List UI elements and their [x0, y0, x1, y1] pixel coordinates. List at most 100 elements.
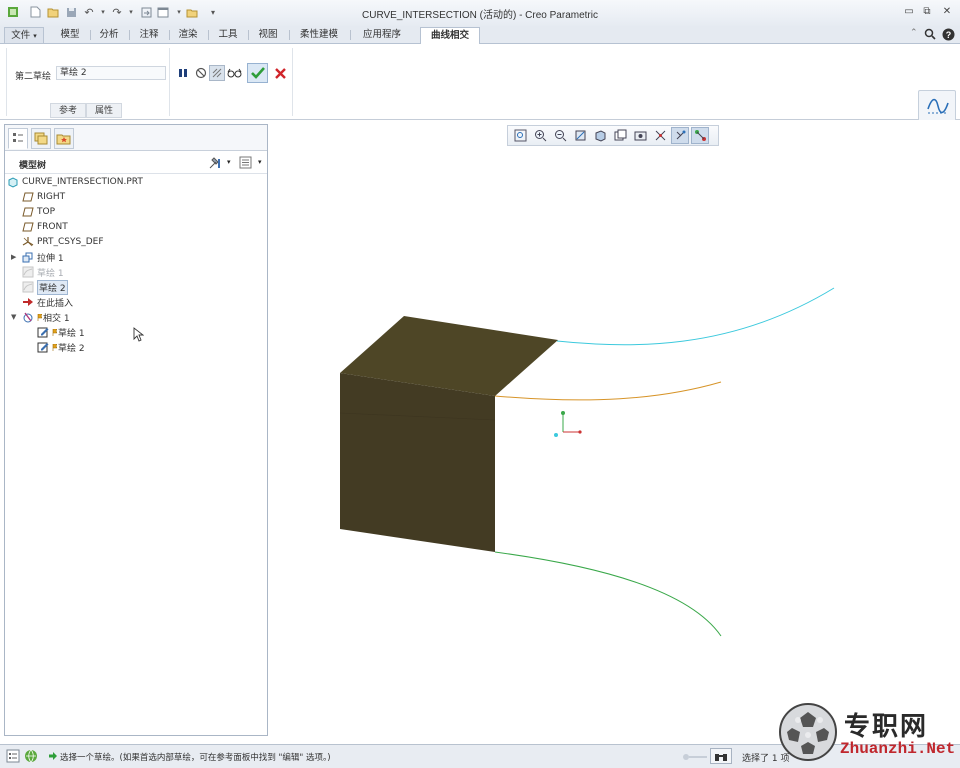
tab-folder-browser[interactable]: [31, 128, 51, 149]
expand-icon[interactable]: ▶: [11, 253, 16, 261]
tab-model-tree[interactable]: [8, 128, 28, 149]
tree-item-label: PRT_CSYS_DEF: [37, 237, 104, 247]
tree-item-top[interactable]: TOP: [22, 205, 55, 219]
tree-settings-icon[interactable]: [208, 156, 224, 173]
watermark: 专职网 Zhuanzhi.Net: [778, 700, 960, 764]
tab-curve-intersection[interactable]: 曲线相交: [420, 27, 480, 44]
coordinate-system-icon: [554, 411, 582, 437]
cancel-button[interactable]: [272, 65, 288, 81]
tab-separator: [169, 30, 170, 40]
collapse-icon[interactable]: ▼: [11, 313, 16, 321]
chevron-down-icon[interactable]: ▾: [227, 158, 231, 166]
tree-item-label: FRONT: [37, 222, 68, 232]
tab-model[interactable]: 模型: [54, 27, 86, 44]
tab-separator: [350, 30, 351, 40]
message-arrow-icon: [48, 751, 58, 764]
tree-item-insert-here[interactable]: 在此插入: [22, 295, 73, 309]
model-tree-title: 模型树: [19, 161, 47, 171]
datum-plane-icon: [22, 221, 34, 233]
sketch-edit-icon: [37, 341, 49, 353]
favorites-icon: [56, 134, 71, 145]
tab-annotate[interactable]: 注释: [133, 27, 165, 44]
browser-toggle-icon[interactable]: [24, 749, 38, 766]
close-button[interactable]: ✕: [940, 5, 954, 18]
tab-flexible-modeling[interactable]: 柔性建模: [292, 27, 346, 44]
tree-item-extrude[interactable]: 拉伸 1: [22, 250, 64, 264]
group-separator: [6, 48, 7, 116]
datum-curve-icon: [927, 97, 949, 118]
show-options-icon[interactable]: [239, 156, 252, 172]
svg-text:?: ?: [946, 30, 952, 40]
ribbon-tab-row: 文件 ▾ 模型 分析 注释 渲染 工具 视图 柔性建模 应用程序 曲线相交 ⌃ …: [0, 26, 960, 44]
tab-separator: [129, 30, 130, 40]
tree-item-right[interactable]: RIGHT: [22, 190, 65, 204]
title-bar: ↶ ▾ ↷ ▾ ▾ ▾ CURVE_INTERSECTION (活动的) - C…: [0, 0, 960, 26]
folder-browser-icon: [34, 132, 48, 145]
intersection-curve-cyan[interactable]: [556, 287, 835, 346]
slider-track[interactable]: [682, 753, 708, 764]
part-icon: [7, 176, 19, 188]
tree-item-front[interactable]: FRONT: [22, 220, 68, 234]
insert-here-icon: [22, 296, 34, 308]
window-title: CURVE_INTERSECTION (活动的) - Creo Parametr…: [362, 10, 598, 21]
preview-glasses-icon[interactable]: [227, 65, 243, 81]
group-separator: [169, 48, 170, 116]
second-sketch-collector[interactable]: 草绘 2: [56, 66, 166, 80]
tree-item-intersect-sketch-1[interactable]: 草绘 1: [37, 325, 85, 339]
tab-file[interactable]: 文件 ▾: [4, 27, 44, 44]
references-tab[interactable]: 参考: [50, 103, 86, 118]
csys-icon: [22, 236, 34, 248]
minimize-button[interactable]: ▭: [902, 5, 916, 18]
chevron-down-icon: ▾: [33, 32, 37, 40]
tree-item-label: RIGHT: [37, 192, 66, 202]
navigator-toggle-icon[interactable]: [6, 749, 20, 766]
find-icon[interactable]: [710, 748, 732, 764]
tab-separator: [208, 30, 209, 40]
datum-plane-icon: [22, 206, 34, 218]
datum-plane-icon: [22, 191, 34, 203]
properties-tab[interactable]: 属性: [86, 103, 122, 118]
graphics-window[interactable]: [269, 120, 960, 744]
watermark-cn-text: 专职网: [844, 712, 929, 742]
intersect-icon: [22, 311, 34, 323]
tree-item-label: TOP: [37, 207, 56, 217]
verify-mode-icon[interactable]: [209, 65, 225, 81]
tab-analysis[interactable]: 分析: [93, 27, 125, 44]
tab-render[interactable]: 渲染: [172, 27, 204, 44]
creo-window: ↶ ▾ ↷ ▾ ▾ ▾ CURVE_INTERSECTION (活动的) - C…: [0, 0, 960, 768]
search-icon[interactable]: [924, 28, 936, 43]
watermark-en-text: Zhuanzhi.Net: [840, 740, 956, 758]
tree-item-csys[interactable]: PRT_CSYS_DEF: [22, 235, 104, 249]
tab-view[interactable]: 视图: [251, 27, 285, 44]
restore-button[interactable]: ⧉: [920, 5, 934, 18]
extrude-front-face[interactable]: [340, 373, 495, 552]
model-tree-icon: [13, 133, 23, 142]
navigator-tabs: [5, 125, 267, 151]
3d-model-view[interactable]: [269, 120, 960, 744]
help-icon[interactable]: ?: [942, 28, 955, 44]
no-preview-icon[interactable]: [193, 65, 209, 81]
tree-item-intersect-sketch-2[interactable]: 草绘 2: [37, 340, 85, 354]
tab-favorites[interactable]: [54, 128, 74, 149]
model-tree-panel: 模型树 ▾ ▾ CURVE_INTERSECTION.PRT RIGHT TOP…: [4, 124, 268, 736]
chevron-down-icon[interactable]: ▾: [258, 158, 262, 166]
mouse-cursor-icon: [133, 327, 145, 345]
tree-item-label: 在此插入: [37, 298, 74, 309]
tab-applications[interactable]: 应用程序: [354, 27, 410, 44]
intersection-curve-orange[interactable]: [494, 381, 722, 401]
tree-item-part[interactable]: CURVE_INTERSECTION.PRT: [7, 175, 143, 189]
confirm-button[interactable]: [247, 63, 268, 83]
minimize-ribbon-icon[interactable]: ⌃: [910, 28, 918, 38]
extrude-icon: [22, 251, 34, 263]
tab-separator: [90, 30, 91, 40]
tree-item-sketch-2[interactable]: 草绘 2: [22, 279, 68, 295]
tree-item-intersect[interactable]: 相交 1: [22, 310, 70, 324]
feature-flag-icon: [52, 341, 57, 353]
watermark-logo-icon: [778, 702, 838, 765]
intersection-curve-green[interactable]: [494, 551, 722, 637]
tab-separator: [248, 30, 249, 40]
tree-item-sketch-1[interactable]: 草绘 1: [22, 265, 64, 279]
pause-icon[interactable]: [175, 65, 191, 81]
tab-tools[interactable]: 工具: [212, 27, 244, 44]
tab-file-label: 文件: [11, 30, 31, 41]
